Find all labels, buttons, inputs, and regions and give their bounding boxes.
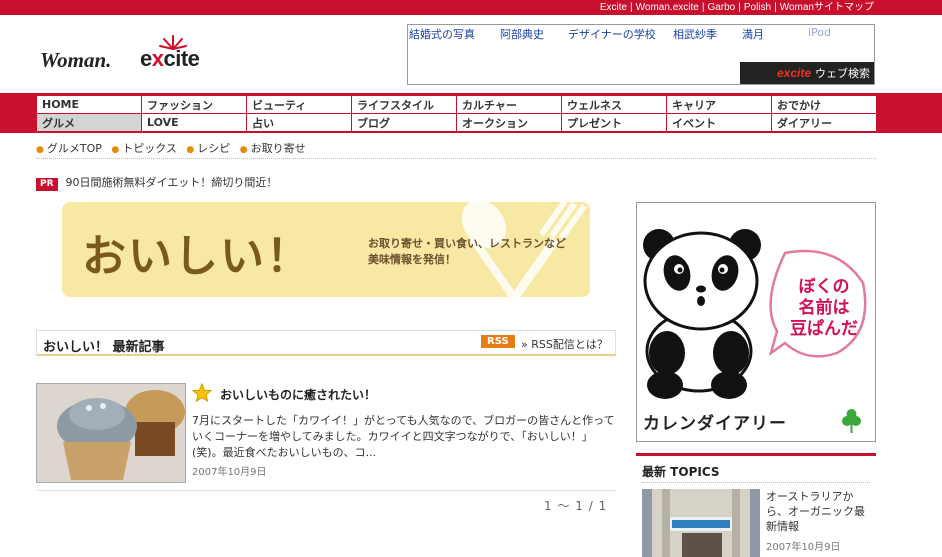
subnav-label: グルメTOP xyxy=(46,142,102,155)
logo-excite: excite xyxy=(140,46,200,72)
ad-bubble-line: 名前は xyxy=(798,298,850,318)
banner-tagline: お取り寄せ・買い食い、レストランなど 美味情報を発信！ xyxy=(368,236,566,268)
star-icon xyxy=(191,382,213,406)
divider xyxy=(642,482,870,483)
latest-articles-header: おいしい！ 最新記事 RSS » RSS配信とは？ xyxy=(36,330,616,356)
subnav-item[interactable]: ● お取り寄せ xyxy=(240,142,306,155)
logo-x: x xyxy=(151,46,164,71)
bullet-icon: ● xyxy=(36,145,44,155)
rss-button[interactable]: RSS xyxy=(481,335,515,348)
nav-item-wellness[interactable]: ウェルネス xyxy=(561,95,667,114)
topbar-link-excite[interactable]: Excite xyxy=(600,2,627,13)
cupcake-image xyxy=(37,384,185,482)
logo-e: e xyxy=(140,46,152,71)
ad-footer-text: カレンダイアリー xyxy=(643,414,787,434)
ad-bubble-text: ぼくの 名前は 豆ぱんだ xyxy=(789,277,859,340)
top-utility-bar: Excite | Woman.excite | Garbo | Polish | Womanサイ… xyxy=(0,0,942,15)
web-search-label: ウェブ検索 xyxy=(815,67,870,80)
panda-calendar-ad[interactable]: ぼくの 名前は 豆ぱんだ カレンダイアリー xyxy=(636,202,876,442)
nav-item-uranai[interactable]: 占い xyxy=(246,113,352,132)
gourmet-subnav: ● グルメTOP ● トピックス ● レシピ ● お取り寄せ xyxy=(36,140,312,156)
site-logo[interactable]: Woman. excite xyxy=(40,35,240,76)
building-image xyxy=(642,489,760,557)
nav-item-present[interactable]: プレゼント xyxy=(561,113,667,132)
topic-link[interactable]: オーストラリアから、オーガニック最新情報 xyxy=(766,489,871,534)
divider xyxy=(36,490,616,491)
separator: | xyxy=(774,2,777,13)
pr-link[interactable]: 90日間施術無料ダイエット！締切り間近！ xyxy=(66,176,278,189)
keyword-link[interactable]: 阿部典史 xyxy=(500,26,544,42)
ad-bubble-line: ぼくの xyxy=(798,277,850,297)
nav-item-diary[interactable]: ダイアリー xyxy=(771,113,877,132)
nav-item-gourmet[interactable]: グルメ xyxy=(36,113,142,132)
nav-item-blog[interactable]: ブログ xyxy=(351,113,457,132)
article-title[interactable]: おいしいものに癒されたい！ xyxy=(220,386,376,403)
latest-topics-box: 最新 TOPICS オーストラリアから、オーガニック最新情報 2007年10月9… xyxy=(636,453,876,557)
subnav-label: レシピ xyxy=(197,142,231,155)
topbar-link-woman-excite[interactable]: Woman.excite xyxy=(636,2,699,13)
nav-table: HOME ファッション ビューティ ライフスタイル カルチャー ウェルネス キャ… xyxy=(36,95,877,132)
hot-keywords: 結婚式の写真 阿部典史 デザイナーの学校 相武紗季 満月 iPod xyxy=(408,26,874,42)
brand-text: excite xyxy=(776,66,811,80)
divider xyxy=(36,158,876,159)
subnav-label: トピックス xyxy=(122,142,177,155)
nav-item-event[interactable]: イベント xyxy=(666,113,772,132)
separator: | xyxy=(738,2,741,13)
topbar-link-polish[interactable]: Polish xyxy=(744,2,771,13)
topic-photo[interactable] xyxy=(642,489,760,557)
nav-item-home[interactable]: HOME xyxy=(36,95,142,114)
subnav-item[interactable]: ● トピックス xyxy=(111,142,177,155)
keyword-link[interactable]: 結婚式の写真 xyxy=(409,26,475,42)
banner-tagline-line: 美味情報を発信！ xyxy=(368,253,456,266)
nav-item-career[interactable]: キャリア xyxy=(666,95,772,114)
pagination: 1 〜 1 / 1 xyxy=(544,499,608,513)
topbar-link-garbo[interactable]: Garbo xyxy=(707,2,735,13)
subnav-item[interactable]: ● レシピ xyxy=(186,142,230,155)
nav-item-beauty[interactable]: ビューティ xyxy=(246,95,352,114)
logo-woman: Woman. xyxy=(40,48,112,72)
keyword-link[interactable]: デザイナーの学校 xyxy=(568,26,656,42)
pr-badge: PR xyxy=(36,178,58,191)
bullet-icon: ● xyxy=(239,145,248,155)
web-search-button[interactable]: excite ウェブ検索 xyxy=(740,62,874,84)
nav-item-auction[interactable]: オークション xyxy=(456,113,562,132)
section-title: おいしい！ 最新記事 xyxy=(43,340,165,355)
keyword-link[interactable]: iPod xyxy=(808,26,831,39)
cupcake-thumbnail[interactable] xyxy=(36,383,186,483)
nav-item-love[interactable]: LOVE xyxy=(141,113,247,132)
nav-item-odekake[interactable]: おでかけ xyxy=(771,95,877,114)
ad-bubble-line: 豆ぱんだ xyxy=(790,319,858,339)
keyword-link[interactable]: 相武紗季 xyxy=(673,26,717,42)
topics-heading: 最新 TOPICS xyxy=(642,465,720,479)
excite-brand: excite xyxy=(777,66,811,80)
pr-line: PR 90日間施術無料ダイエット！締切り間近！ xyxy=(36,174,277,191)
search-keyword-box: 結婚式の写真 阿部典史 デザイナーの学校 相武紗季 満月 iPod excite… xyxy=(407,24,875,85)
keyword-link[interactable]: 満月 xyxy=(742,26,764,42)
bullet-icon: ● xyxy=(111,145,120,155)
article-body: 7月にスタートした「カワイイ！」がとっても人気なので、ブロガーの皆さんと作ってい… xyxy=(192,414,615,459)
logo-cite: cite xyxy=(163,46,200,71)
separator: | xyxy=(630,2,633,13)
nav-item-fashion[interactable]: ファッション xyxy=(141,95,247,114)
topic-date: 2007年10月9日 xyxy=(766,542,841,553)
rss-info-link[interactable]: » RSS配信とは？ xyxy=(521,336,608,352)
article-date: 2007年10月9日 xyxy=(192,467,267,478)
nav-item-culture[interactable]: カルチャー xyxy=(456,95,562,114)
subnav-item[interactable]: ● グルメTOP xyxy=(36,142,102,155)
separator: | xyxy=(701,2,705,13)
nav-item-lifestyle[interactable]: ライフスタイル xyxy=(351,95,457,114)
banner-tagline-line: お取り寄せ・買い食い、レストランなど xyxy=(368,237,566,250)
bullet-icon: ● xyxy=(186,145,195,155)
banner-title: おいしい！ xyxy=(82,231,312,282)
oishii-banner: おいしい！ お取り寄せ・買い食い、レストランなど 美味情報を発信！ xyxy=(62,202,590,297)
subnav-label: お取り寄せ xyxy=(250,142,306,155)
main-nav: HOME ファッション ビューティ ライフスタイル カルチャー ウェルネス キャ… xyxy=(0,93,942,133)
topbar-link-sitemap[interactable]: Womanサイトマップ xyxy=(780,2,874,13)
